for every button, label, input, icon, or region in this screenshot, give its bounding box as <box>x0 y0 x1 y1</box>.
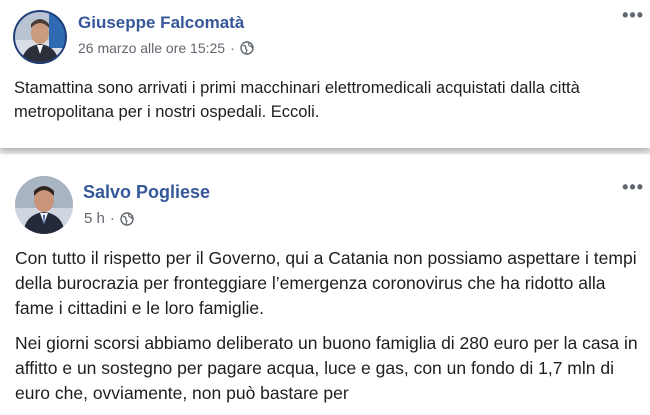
more-options-button[interactable]: ••• <box>622 178 644 196</box>
post-text: Stamattina sono arrivati i primi macchin… <box>14 76 646 134</box>
post-card: Salvo Pogliese 5 h · ••• Con tutto il ri… <box>0 154 650 415</box>
author-name[interactable]: Salvo Pogliese <box>83 182 210 203</box>
post-paragraph: Con tutto il rispetto per il Governo, qu… <box>15 248 637 318</box>
author-name[interactable]: Giuseppe Falcomatà <box>78 13 244 33</box>
post-timestamp[interactable]: 26 marzo alle ore 15:25 <box>78 40 225 56</box>
post-meta: 26 marzo alle ore 15:25 · <box>78 40 254 56</box>
more-options-button[interactable]: ••• <box>622 6 644 24</box>
post-timestamp[interactable]: 5 h <box>84 210 105 227</box>
post-paragraph: Stamattina sono arrivati i primi macchin… <box>14 79 580 121</box>
avatar[interactable] <box>15 176 73 234</box>
meta-separator: · <box>230 40 235 56</box>
post-meta: 5 h · <box>84 210 134 227</box>
globe-icon <box>120 211 134 226</box>
post-text: Con tutto il rispetto per il Governo, qu… <box>15 246 645 415</box>
avatar[interactable] <box>13 10 67 64</box>
post-card: Giuseppe Falcomatà 26 marzo alle ore 15:… <box>0 0 650 148</box>
meta-separator: · <box>109 210 115 227</box>
globe-icon <box>240 41 254 55</box>
post-paragraph: Nei giorni scorsi abbiamo deliberato un … <box>15 333 638 403</box>
